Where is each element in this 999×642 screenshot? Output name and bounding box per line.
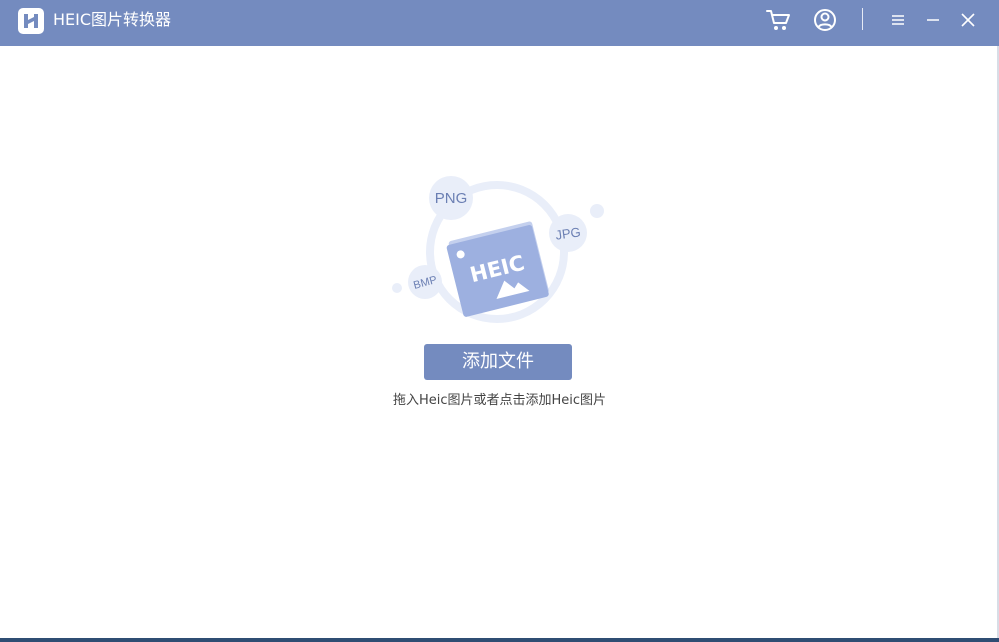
add-file-button[interactable]: 添加文件 (424, 344, 572, 380)
png-label: PNG (435, 190, 468, 207)
cart-button[interactable] (764, 0, 792, 40)
user-account-button[interactable] (811, 0, 839, 40)
app-window: HEIC图片转换器 PNG JPG BMP HEIC 添加文件 拖入Heic图片… (0, 0, 999, 642)
menu-icon (890, 13, 906, 27)
heic-conversion-illustration: PNG JPG BMP HEIC (385, 168, 615, 338)
close-icon (960, 12, 976, 28)
main-drop-area[interactable] (0, 46, 999, 638)
close-button[interactable] (956, 0, 980, 40)
drop-hint-text: 拖入Heic图片或者点击添加Heic图片 (392, 393, 607, 408)
minimize-button[interactable] (921, 0, 945, 40)
titlebar-divider (862, 8, 863, 30)
window-title: HEIC图片转换器 (53, 10, 172, 29)
menu-button[interactable] (886, 0, 910, 40)
title-bar: HEIC图片转换器 (0, 0, 999, 46)
bottom-edge (0, 638, 999, 642)
cart-icon (765, 8, 791, 32)
user-icon (813, 8, 837, 32)
minimize-icon (925, 13, 941, 27)
app-logo-icon (18, 8, 44, 34)
